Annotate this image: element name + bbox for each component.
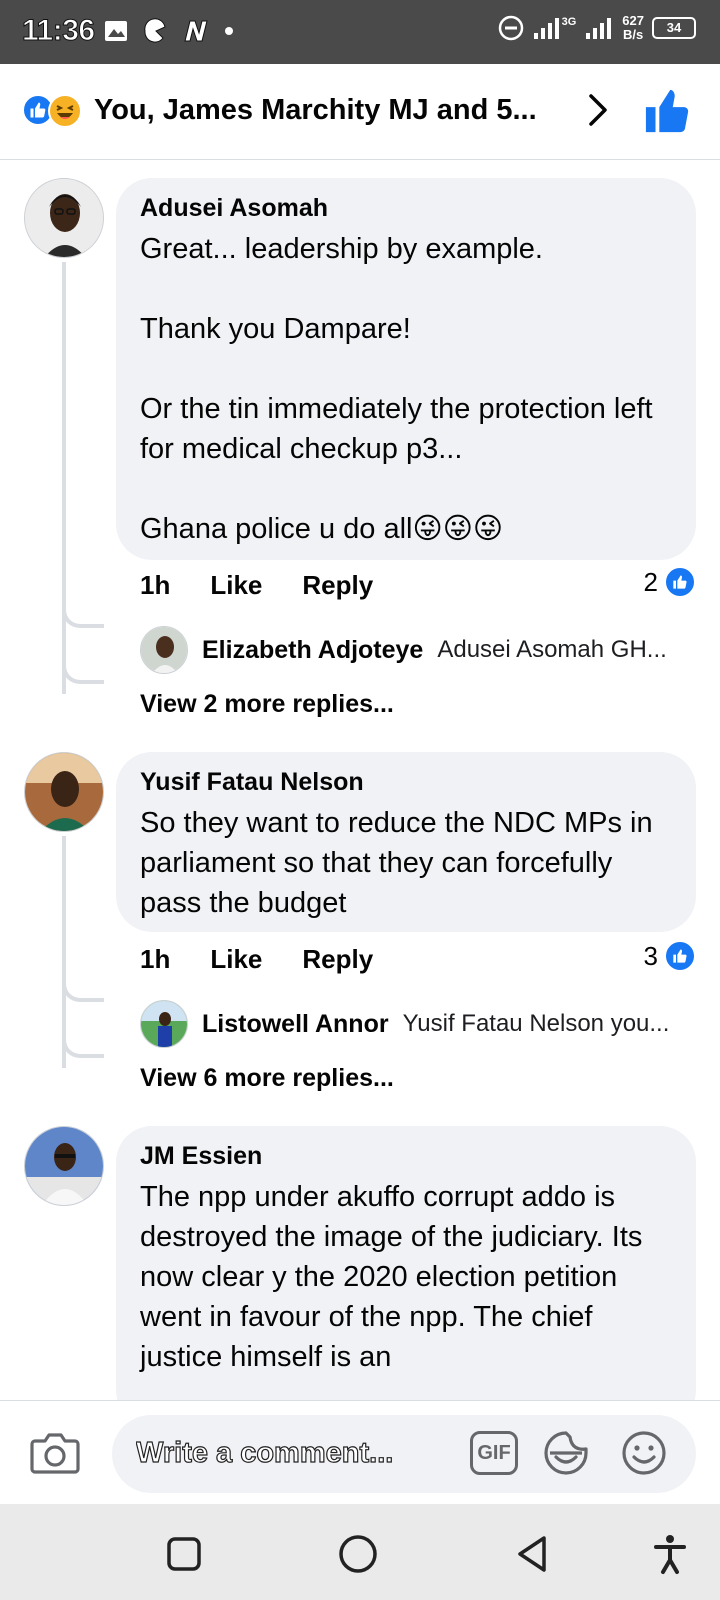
thread-branch <box>62 662 104 684</box>
home-icon[interactable] <box>336 1532 380 1576</box>
like-icon <box>664 566 696 598</box>
app-notification-icon <box>144 18 166 43</box>
view-more-replies-link[interactable]: View 2 more replies... <box>140 690 394 719</box>
avatar[interactable] <box>24 752 104 832</box>
comment-actions: 1h Like Reply <box>140 570 373 601</box>
reply-avatar[interactable] <box>140 1000 188 1048</box>
reply-author[interactable]: Listowell Annor <box>202 1010 389 1039</box>
system-navigation-bar <box>0 1504 720 1600</box>
avatar[interactable] <box>24 178 104 258</box>
gallery-icon <box>105 21 127 41</box>
comment-actions: 1h Like Reply <box>140 944 373 975</box>
clock: 11:36 <box>22 14 96 48</box>
comments-list[interactable]: Adusei Asomah Great... leadership by exa… <box>0 160 720 1400</box>
comment-input[interactable] <box>136 1433 436 1473</box>
network-type: 3G <box>561 16 577 28</box>
reaction-count-value: 2 <box>643 566 658 597</box>
comment-text: So they want to reduce the NDC MPs in pa… <box>140 807 661 919</box>
n-app-icon <box>184 20 208 42</box>
reply-avatar[interactable] <box>140 626 188 674</box>
comment-author[interactable]: Yusif Fatau Nelson <box>140 768 674 797</box>
thread-branch <box>62 980 104 1002</box>
haha-icon <box>48 94 82 128</box>
comment-author[interactable]: JM Essien <box>140 1142 674 1171</box>
signal-icon-1 <box>533 18 559 39</box>
comment-text: Great... leadership by example. Thank yo… <box>140 233 653 545</box>
accessibility-icon[interactable] <box>648 1532 692 1576</box>
reply-author[interactable]: Elizabeth Adjoteye <box>202 636 423 665</box>
status-bar: 11:36 3G 627 B/s 34 <box>0 0 720 64</box>
gif-button[interactable]: GIF <box>470 1431 518 1475</box>
like-link[interactable]: Like <box>210 944 262 975</box>
reaction-badges[interactable] <box>22 92 86 128</box>
comment-bubble[interactable]: Adusei Asomah Great... leadership by exa… <box>116 178 696 560</box>
comment-text: The npp under akuffo corrupt addo is des… <box>140 1181 651 1373</box>
reaction-count[interactable]: 3 <box>644 940 696 972</box>
recent-apps-icon[interactable] <box>162 1532 206 1576</box>
like-button-icon[interactable] <box>644 88 690 134</box>
comment-bubble[interactable]: JM Essien The npp under akuffo corrupt a… <box>116 1126 696 1400</box>
comment-bubble[interactable]: Yusif Fatau Nelson So they want to reduc… <box>116 752 696 932</box>
thread-branch <box>62 1036 104 1058</box>
dnd-icon <box>498 15 523 41</box>
reactions-header: You, James Marchity MJ and 5... <box>0 64 720 160</box>
reply-text: Yusif Fatau Nelson you... <box>402 1010 670 1037</box>
like-icon <box>664 940 696 972</box>
comment-composer: GIF <box>0 1400 720 1504</box>
signal-icon-2 <box>586 18 612 39</box>
reaction-count-value: 3 <box>643 940 658 971</box>
back-icon[interactable] <box>512 1532 556 1576</box>
system-icons: 3G 627 B/s 34 <box>498 14 696 42</box>
reply-link[interactable]: Reply <box>302 944 373 975</box>
thread-line <box>62 262 66 694</box>
comment-author[interactable]: Adusei Asomah <box>140 194 674 223</box>
thread-branch <box>62 606 104 628</box>
comment-input-container[interactable]: GIF <box>112 1415 696 1493</box>
battery-icon: 34 <box>652 17 696 39</box>
reply-text: Adusei Asomah GH... <box>437 636 667 663</box>
reply-preview[interactable]: Elizabeth Adjoteye Adusei Asomah GH... <box>140 626 700 674</box>
like-link[interactable]: Like <box>210 570 262 601</box>
reactions-summary-title[interactable]: You, James Marchity MJ and 5... <box>94 94 564 127</box>
avatar[interactable] <box>24 1126 104 1206</box>
dot-icon <box>225 27 233 35</box>
emoji-icon[interactable] <box>620 1429 668 1477</box>
comment-time[interactable]: 1h <box>140 570 170 601</box>
reply-link[interactable]: Reply <box>302 570 373 601</box>
network-speed: 627 B/s <box>622 13 644 42</box>
reply-preview[interactable]: Listowell Annor Yusif Fatau Nelson you..… <box>140 1000 700 1048</box>
sticker-icon[interactable] <box>542 1429 590 1477</box>
comment-time[interactable]: 1h <box>140 944 170 975</box>
camera-icon[interactable] <box>30 1429 80 1475</box>
view-more-replies-link[interactable]: View 6 more replies... <box>140 1064 394 1093</box>
thread-line <box>62 836 66 1068</box>
notification-icons <box>104 18 234 44</box>
reaction-count[interactable]: 2 <box>644 566 696 598</box>
chevron-right-icon[interactable] <box>578 90 618 130</box>
